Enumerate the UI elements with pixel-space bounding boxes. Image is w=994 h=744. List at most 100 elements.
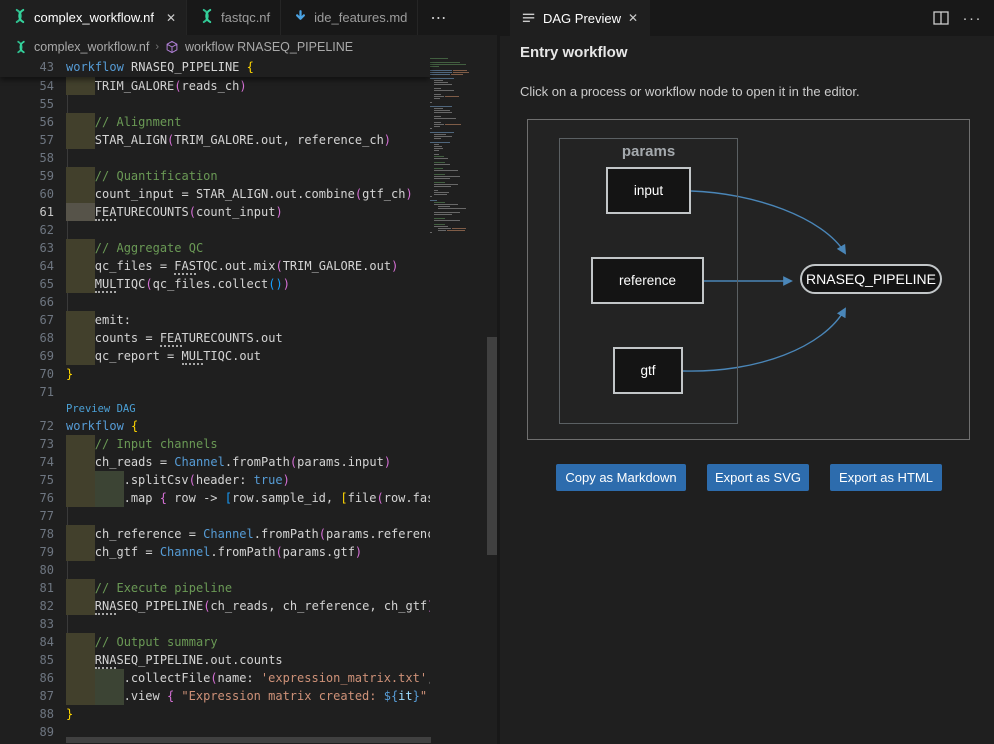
download-arrow-icon bbox=[293, 9, 308, 27]
code-line[interactable]: 71 bbox=[0, 383, 430, 401]
indent-highlight bbox=[66, 471, 95, 489]
code-line[interactable]: 73// Input channels bbox=[0, 435, 430, 453]
export-as-html-button[interactable]: Export as HTML bbox=[830, 464, 942, 491]
indent-highlight bbox=[66, 453, 95, 471]
indent-highlight bbox=[95, 471, 124, 489]
code-line[interactable]: 67emit: bbox=[0, 311, 430, 329]
code-line[interactable]: 88} bbox=[0, 705, 430, 723]
line-number: 43 bbox=[0, 58, 54, 76]
indent-highlight bbox=[66, 543, 95, 561]
dag-node-reference[interactable]: reference bbox=[591, 257, 704, 304]
line-number: 78 bbox=[0, 525, 54, 543]
line-number: 77 bbox=[0, 507, 54, 525]
code-line[interactable]: 69qc_report = MULTIQC.out bbox=[0, 347, 430, 365]
indent-highlight bbox=[66, 669, 95, 687]
panel-tab-label: DAG Preview bbox=[543, 11, 621, 26]
code-line-text: // Input channels bbox=[95, 435, 218, 453]
code-line[interactable]: 55 bbox=[0, 95, 430, 113]
codelens-preview-dag[interactable]: Preview DAG bbox=[66, 401, 136, 417]
code-line[interactable]: 84// Output summary bbox=[0, 633, 430, 651]
indent-highlight bbox=[66, 185, 95, 203]
code-line-text: // Execute pipeline bbox=[95, 579, 232, 597]
code-line[interactable]: 80 bbox=[0, 561, 430, 579]
dag-node-input[interactable]: input bbox=[606, 167, 691, 214]
line-number: 58 bbox=[0, 149, 54, 167]
indent-highlight bbox=[66, 275, 95, 293]
code-line[interactable]: 76.map { row -> [row.sample_id, [file(ro… bbox=[0, 489, 430, 507]
code-line[interactable]: 62 bbox=[0, 221, 430, 239]
code-line[interactable]: 64qc_files = FASTQC.out.mix(TRIM_GALORE.… bbox=[0, 257, 430, 275]
code-line-text: count_input = STAR_ALIGN.out.combine(gtf… bbox=[95, 185, 413, 203]
code-line-text: ch_reads = Channel.fromPath(params.input… bbox=[95, 453, 391, 471]
code-line[interactable]: 68counts = FEATURECOUNTS.out bbox=[0, 329, 430, 347]
code-editor[interactable]: 43workflow RNASEQ_PIPELINE { 54TRIM_GALO… bbox=[0, 58, 497, 744]
code-line-text: .splitCsv(header: true) bbox=[124, 471, 290, 489]
code-line[interactable]: 87.view { "Expression matrix created: ${… bbox=[0, 687, 430, 705]
code-line[interactable]: 75.splitCsv(header: true) bbox=[0, 471, 430, 489]
minimap[interactable] bbox=[430, 58, 486, 744]
tab-dag-preview[interactable]: DAG Preview ✕ bbox=[510, 0, 650, 36]
code-line-text: .collectFile(name: 'expression_matrix.tx… bbox=[124, 669, 430, 687]
close-icon[interactable]: ✕ bbox=[628, 11, 638, 25]
close-icon[interactable]: ✕ bbox=[166, 11, 176, 25]
line-number: 68 bbox=[0, 329, 54, 347]
code-line[interactable]: 57STAR_ALIGN(TRIM_GALORE.out, reference_… bbox=[0, 131, 430, 149]
code-line[interactable]: 82RNASEQ_PIPELINE(ch_reads, ch_reference… bbox=[0, 597, 430, 615]
dag-node-rnaseq-pipeline[interactable]: RNASEQ_PIPELINE bbox=[800, 264, 942, 294]
breadcrumb-symbol[interactable]: workflow RNASEQ_PIPELINE bbox=[185, 40, 353, 54]
tab-ide-features[interactable]: ide_features.md bbox=[281, 0, 418, 35]
sticky-scroll-line[interactable]: 43workflow RNASEQ_PIPELINE { bbox=[0, 58, 430, 77]
code-line[interactable]: 79ch_gtf = Channel.fromPath(params.gtf) bbox=[0, 543, 430, 561]
code-line[interactable]: 70} bbox=[0, 365, 430, 383]
line-number: 76 bbox=[0, 489, 54, 507]
vscode-window: complex_workflow.nf ✕ fastqc.nf bbox=[0, 0, 994, 744]
line-number: 59 bbox=[0, 167, 54, 185]
split-editor-icon[interactable] bbox=[933, 11, 949, 25]
indent-highlight bbox=[66, 489, 95, 507]
code-line-text: STAR_ALIGN(TRIM_GALORE.out, reference_ch… bbox=[95, 131, 391, 149]
tab-overflow-icon[interactable]: ⋯ bbox=[430, 8, 448, 28]
code-line[interactable]: 65MULTIQC(qc_files.collect()) bbox=[0, 275, 430, 293]
line-number: 89 bbox=[0, 723, 54, 741]
code-line[interactable]: 59// Quantification bbox=[0, 167, 430, 185]
editor-tab-bar: complex_workflow.nf ✕ fastqc.nf bbox=[0, 0, 497, 35]
line-number: 70 bbox=[0, 365, 54, 383]
code-line-text: qc_files = FASTQC.out.mix(TRIM_GALORE.ou… bbox=[95, 257, 399, 275]
horizontal-scrollbar-thumb[interactable] bbox=[66, 737, 431, 743]
vertical-scrollbar-thumb[interactable] bbox=[487, 337, 497, 555]
code-line[interactable]: 54TRIM_GALORE(reads_ch) bbox=[0, 77, 430, 95]
code-line[interactable]: 72workflow { bbox=[0, 417, 430, 435]
line-number: 87 bbox=[0, 687, 54, 705]
code-line[interactable]: 77 bbox=[0, 507, 430, 525]
line-number: 72 bbox=[0, 417, 54, 435]
panel-actions: ··· bbox=[933, 0, 983, 36]
code-line[interactable]: 85RNASEQ_PIPELINE.out.counts bbox=[0, 651, 430, 669]
dag-node-gtf[interactable]: gtf bbox=[613, 347, 683, 394]
copy-as-markdown-button[interactable]: Copy as Markdown bbox=[556, 464, 686, 491]
line-number: 83 bbox=[0, 615, 54, 633]
code-line[interactable]: 63// Aggregate QC bbox=[0, 239, 430, 257]
code-line-text: } bbox=[66, 365, 73, 383]
tab-complex-workflow[interactable]: complex_workflow.nf ✕ bbox=[0, 0, 187, 35]
code-line-text: MULTIQC(qc_files.collect()) bbox=[95, 275, 290, 293]
code-line[interactable]: 74ch_reads = Channel.fromPath(params.inp… bbox=[0, 453, 430, 471]
code-line[interactable]: 56// Alignment bbox=[0, 113, 430, 131]
line-number: 69 bbox=[0, 347, 54, 365]
line-number: 80 bbox=[0, 561, 54, 579]
code-line[interactable]: 61FEATURECOUNTS(count_input) bbox=[0, 203, 430, 221]
line-number: 71 bbox=[0, 383, 54, 401]
code-line[interactable]: 66 bbox=[0, 293, 430, 311]
breadcrumb-file[interactable]: complex_workflow.nf bbox=[34, 40, 149, 54]
vertical-scrollbar[interactable] bbox=[486, 58, 497, 744]
code-line[interactable]: 60count_input = STAR_ALIGN.out.combine(g… bbox=[0, 185, 430, 203]
code-line[interactable]: 78ch_reference = Channel.fromPath(params… bbox=[0, 525, 430, 543]
code-line[interactable]: 58 bbox=[0, 149, 430, 167]
tab-label: complex_workflow.nf bbox=[34, 10, 154, 25]
code-line[interactable]: 86.collectFile(name: 'expression_matrix.… bbox=[0, 669, 430, 687]
tab-fastqc[interactable]: fastqc.nf bbox=[187, 0, 281, 35]
editor-group: complex_workflow.nf ✕ fastqc.nf bbox=[0, 0, 497, 744]
export-as-svg-button[interactable]: Export as SVG bbox=[707, 464, 809, 491]
more-actions-icon[interactable]: ··· bbox=[963, 10, 983, 27]
code-line[interactable]: 81// Execute pipeline bbox=[0, 579, 430, 597]
code-line[interactable]: 83 bbox=[0, 615, 430, 633]
